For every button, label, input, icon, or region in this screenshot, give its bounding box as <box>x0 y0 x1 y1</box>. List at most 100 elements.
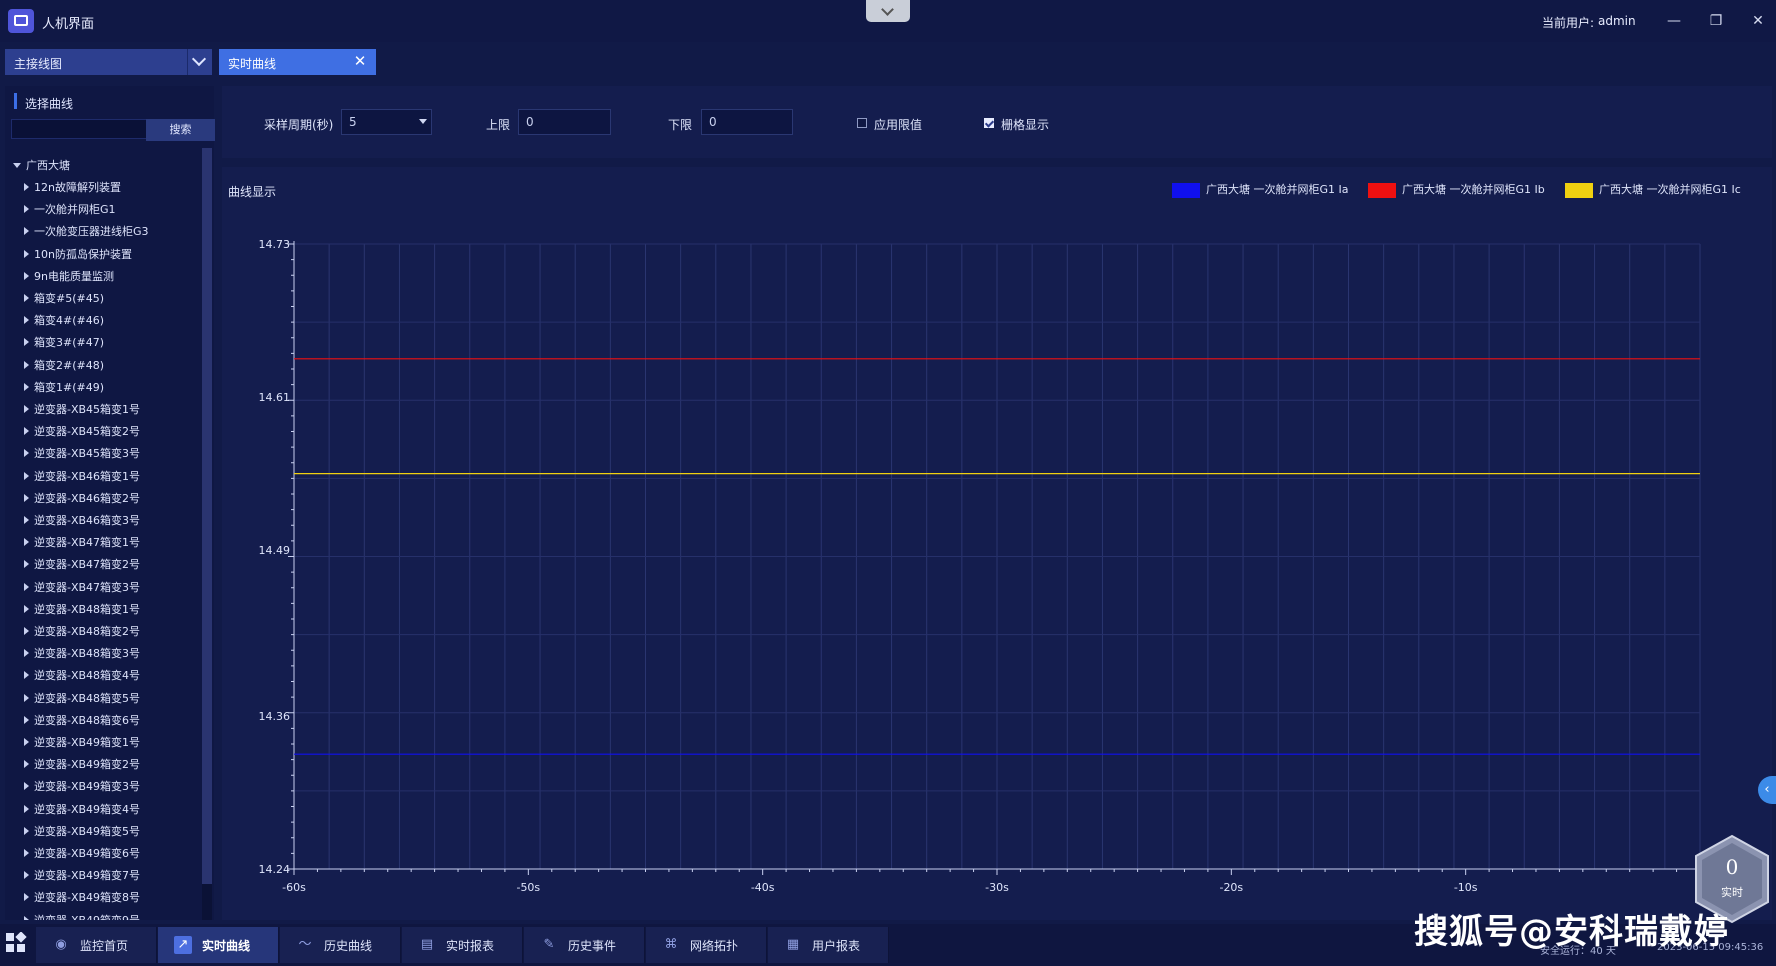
collapsed-caret-icon[interactable] <box>24 604 29 613</box>
grid-display-checkbox[interactable] <box>984 118 994 128</box>
collapsed-caret-icon[interactable] <box>24 782 29 791</box>
tab-close-icon[interactable]: ✕ <box>351 52 369 70</box>
divider <box>187 49 188 75</box>
tree-node[interactable]: 逆变器-XB49箱变1号 <box>24 734 140 750</box>
collapsed-caret-icon[interactable] <box>24 915 29 920</box>
restore-button[interactable]: ❐ <box>1704 10 1728 32</box>
tree-node[interactable]: 逆变器-XB46箱变1号 <box>24 468 140 484</box>
collapsed-caret-icon[interactable] <box>24 693 29 702</box>
tree-node[interactable]: 逆变器-XB45箱变3号 <box>24 445 140 461</box>
tree-node[interactable]: 逆变器-XB47箱变1号 <box>24 534 140 550</box>
collapsed-caret-icon[interactable] <box>24 516 29 524</box>
collapsed-caret-icon[interactable] <box>24 382 29 391</box>
search-input[interactable] <box>11 119 147 139</box>
collapsed-caret-icon[interactable] <box>24 249 29 258</box>
history-curve-icon: 〜 <box>298 937 312 952</box>
start-menu-icon[interactable] <box>5 932 27 954</box>
tree-node[interactable]: 逆变器-XB48箱变3号 <box>24 645 140 661</box>
tree-node[interactable]: 逆变器-XB49箱变2号 <box>24 756 140 772</box>
tree-node[interactable]: 逆变器-XB48箱变5号 <box>24 690 140 706</box>
tree-root-node[interactable]: 广西大塘 <box>13 157 70 173</box>
collapsed-caret-icon[interactable] <box>24 738 29 746</box>
taskbar-item-history-curve[interactable]: 〜历史曲线 <box>280 927 401 963</box>
tree-node[interactable]: 逆变器-XB49箱变5号 <box>24 823 140 839</box>
scroll-thumb[interactable] <box>202 148 212 884</box>
tree-node[interactable]: 逆变器-XB49箱变3号 <box>24 778 140 794</box>
collapsed-caret-icon[interactable] <box>24 294 29 302</box>
tree-node[interactable]: 逆变器-XB45箱变1号 <box>24 401 140 417</box>
tree-node-label: 箱变3#(#47) <box>34 336 105 350</box>
collapsed-caret-icon[interactable] <box>24 560 29 569</box>
tree-node[interactable]: 12n故障解列装置 <box>24 179 121 195</box>
tree-node[interactable]: 逆变器-XB46箱变2号 <box>24 490 140 506</box>
minimize-button[interactable]: — <box>1662 10 1686 32</box>
search-button[interactable]: 搜索 <box>146 119 215 141</box>
taskbar-item-label: 网络拓扑 <box>690 939 739 953</box>
taskbar-item-report[interactable]: ▤ 实时报表 <box>402 927 523 963</box>
taskbar-item-event[interactable]: ✎ 历史事件 <box>524 927 645 963</box>
collapsed-caret-icon[interactable] <box>24 715 29 724</box>
collapsed-caret-icon[interactable] <box>24 405 29 413</box>
collapsed-caret-icon[interactable] <box>24 205 29 214</box>
topology-icon: ⌘ <box>664 937 678 952</box>
collapsed-caret-icon[interactable] <box>24 449 29 458</box>
taskbar-item-realtime-curve[interactable]: ↗ 实时曲线 <box>158 927 279 963</box>
tree-node[interactable]: 箱变2#(#48) <box>24 357 104 373</box>
collapse-menu-button[interactable] <box>866 0 910 22</box>
collapsed-caret-icon[interactable] <box>24 871 29 880</box>
tree-node[interactable]: 一次舱并网柜G1 <box>24 201 116 217</box>
tree-node[interactable]: 逆变器-XB48箱变1号 <box>24 601 140 617</box>
tree-node[interactable]: 逆变器-XB47箱变3号 <box>24 579 140 595</box>
collapsed-caret-icon[interactable] <box>24 271 29 280</box>
tree-node[interactable]: 9n电能质量监测 <box>24 268 114 284</box>
tree-node[interactable]: 10n防孤岛保护装置 <box>24 246 132 262</box>
tab-realtime-curve[interactable]: 实时曲线 ✕ <box>219 49 376 75</box>
taskbar-item-topology[interactable]: ⌘ 网络拓扑 <box>646 927 767 963</box>
tree-node[interactable]: 逆变器-XB48箱变2号 <box>24 623 140 639</box>
tree-node[interactable]: 逆变器-XB49箱变9号 <box>24 912 140 920</box>
collapsed-caret-icon[interactable] <box>24 826 29 835</box>
lower-limit-input[interactable]: 0 <box>701 109 793 135</box>
collapsed-caret-icon[interactable] <box>24 804 29 813</box>
apply-limit-checkbox[interactable] <box>857 118 867 128</box>
collapsed-caret-icon[interactable] <box>24 627 29 635</box>
tree-node[interactable]: 逆变器-XB47箱变2号 <box>24 556 140 572</box>
tree-node[interactable]: 箱变3#(#47) <box>24 334 104 350</box>
tree-node[interactable]: 逆变器-XB49箱变6号 <box>24 845 140 861</box>
expand-caret-icon[interactable] <box>13 163 21 168</box>
tree-node[interactable]: 逆变器-XB49箱变7号 <box>24 867 140 883</box>
tree-node[interactable]: 逆变器-XB48箱变6号 <box>24 712 140 728</box>
collapsed-caret-icon[interactable] <box>24 316 29 325</box>
tree-node[interactable]: 箱变#5(#45) <box>24 290 104 306</box>
close-window-button[interactable]: ✕ <box>1746 10 1770 32</box>
collapsed-caret-icon[interactable] <box>24 471 29 480</box>
tree-node[interactable]: 一次舱变压器进线柜G3 <box>24 223 149 239</box>
tree-node[interactable]: 逆变器-XB46箱变3号 <box>24 512 140 528</box>
tree-node[interactable]: 箱变4#(#46) <box>24 312 104 328</box>
collapsed-caret-icon[interactable] <box>24 427 29 436</box>
collapsed-caret-icon[interactable] <box>24 538 29 547</box>
tree-node[interactable]: 逆变器-XB45箱变2号 <box>24 423 140 439</box>
collapsed-caret-icon[interactable] <box>24 649 29 658</box>
period-select[interactable]: 5 <box>341 109 432 135</box>
taskbar-item-user-report[interactable]: ▦ 用户报表 <box>768 927 889 963</box>
collapsed-caret-icon[interactable] <box>24 227 29 236</box>
tree-node[interactable]: 逆变器-XB49箱变4号 <box>24 801 140 817</box>
collapsed-caret-icon[interactable] <box>24 893 29 902</box>
tree-scrollbar[interactable] <box>202 148 212 920</box>
taskbar-item-home[interactable]: ◉ 监控首页 <box>36 927 157 963</box>
collapsed-caret-icon[interactable] <box>24 493 29 502</box>
collapsed-caret-icon[interactable] <box>24 338 29 347</box>
tree-node[interactable]: 逆变器-XB48箱变4号 <box>24 667 140 683</box>
collapsed-caret-icon[interactable] <box>24 760 29 769</box>
collapsed-caret-icon[interactable] <box>24 360 29 369</box>
page-select-dropdown[interactable]: 主接线图 <box>5 49 212 75</box>
sidebar-title: 选择曲线 <box>25 97 74 111</box>
tree-node[interactable]: 逆变器-XB49箱变8号 <box>24 889 140 905</box>
upper-limit-input[interactable]: 0 <box>518 109 611 135</box>
collapsed-caret-icon[interactable] <box>24 849 29 857</box>
collapsed-caret-icon[interactable] <box>24 582 29 591</box>
collapsed-caret-icon[interactable] <box>24 183 29 191</box>
tree-node[interactable]: 箱变1#(#49) <box>24 379 104 395</box>
collapsed-caret-icon[interactable] <box>24 671 29 680</box>
